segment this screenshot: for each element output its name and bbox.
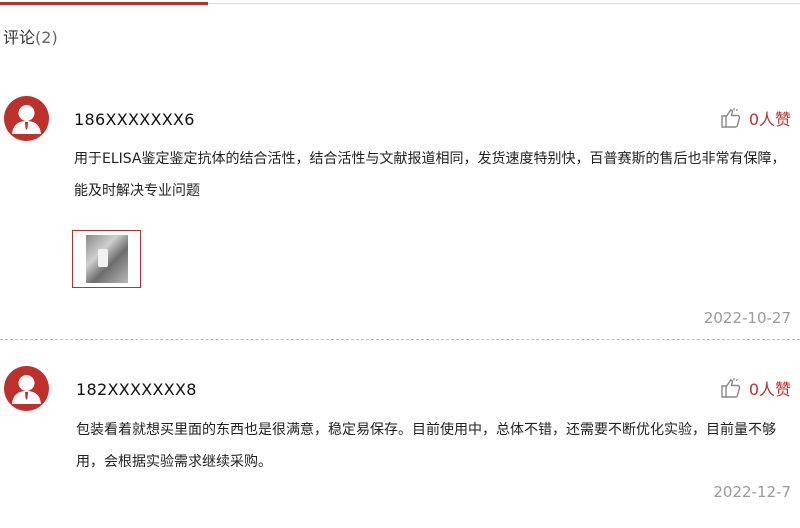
avatar [4, 366, 49, 411]
active-tab-indicator [0, 2, 208, 5]
thumbs-up-icon [721, 108, 741, 128]
user-icon [12, 375, 41, 404]
thumbs-up-icon [721, 378, 741, 398]
like-count: 0人赞 [748, 380, 791, 399]
avatar [4, 96, 49, 141]
review-username: 182XXXXXXX8 [76, 380, 197, 399]
review-username: 186XXXXXXX6 [74, 110, 195, 129]
product-photo [86, 235, 128, 283]
comments-title: 评论 [3, 28, 36, 47]
review-image-thumbnail[interactable] [72, 230, 141, 288]
like-count: 0人赞 [748, 110, 791, 129]
comments-heading: 评论(2) [3, 24, 58, 48]
review-text: 包装看着就想买里面的东西也是很满意，稳定易保存。目前使用中，总体不错，还需要不断… [76, 422, 776, 470]
review-date: 2022-10-27 [703, 309, 791, 327]
comments-count: (2) [35, 28, 58, 47]
review-date: 2022-12-7 [713, 483, 791, 501]
user-icon [12, 105, 41, 134]
like-button[interactable]: 0人赞 [719, 106, 791, 130]
review-divider [0, 339, 800, 340]
review-text: 用于ELISA鉴定鉴定抗体的结合活性，结合活性与文献报道相同，发货速度特别快，百… [74, 151, 786, 199]
like-button[interactable]: 0人赞 [719, 376, 791, 400]
